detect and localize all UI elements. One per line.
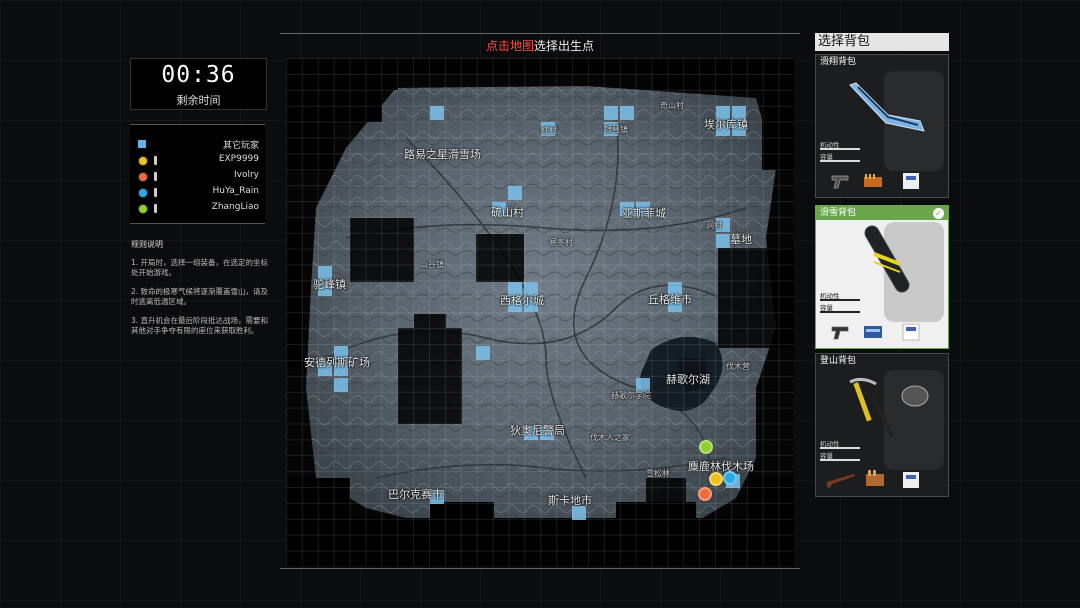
backpack-name: 滑翔背包	[820, 57, 857, 67]
location-label: 驼峰镇	[313, 278, 346, 291]
location-label: 巴尔克赛市	[388, 488, 443, 501]
timer-label: 剩余时间	[176, 94, 221, 107]
location-label: 斯卡地市	[548, 494, 592, 507]
map-title-rest: 选择出生点	[534, 39, 595, 53]
location-label: 安德列斯矿场	[304, 356, 370, 369]
player-marker-huya-rain	[723, 471, 737, 485]
countdown-timer: 00:36 剩余时间	[130, 58, 267, 110]
location-label: 麋鹿林伐木场	[688, 460, 754, 473]
helmet-icon	[901, 385, 929, 407]
player-marker-zhangliao	[699, 440, 713, 454]
player-color-dot-icon	[138, 156, 148, 166]
map-title-highlight: 点击地图	[485, 39, 534, 53]
player-name: HuYa_Rain	[212, 186, 259, 196]
player-color-dot-icon	[138, 172, 148, 182]
spawn-tiles[interactable]	[286, 58, 794, 566]
spawn-tile[interactable]	[476, 346, 490, 360]
location-label: 路易之星滑雪场	[404, 148, 481, 161]
capacity-bar	[820, 311, 860, 313]
player-row: Ivolry	[130, 169, 265, 185]
spawn-tile[interactable]	[716, 234, 730, 248]
medkit-icon	[902, 323, 920, 341]
backpack-card-glider[interactable]: 滑翔背包 机动性 容量	[815, 54, 949, 198]
capacity-bar	[820, 160, 860, 162]
location-label: 奇山村	[660, 101, 684, 110]
player-row: EXP9999	[130, 153, 265, 169]
medkit-icon	[903, 173, 919, 189]
location-label: 银彗镇	[604, 125, 628, 134]
player-name: EXP9999	[218, 154, 259, 164]
location-label: 墓地	[730, 233, 752, 246]
spawn-tile[interactable]	[334, 378, 348, 392]
location-label: 埃尔库镇	[704, 118, 748, 131]
location-label: 亚斯菲城	[622, 207, 666, 220]
player-marker-ivolry	[698, 487, 712, 501]
player-bar-icon	[154, 172, 157, 181]
ammo-box-icon	[866, 470, 884, 486]
rules-title: 规则说明	[131, 240, 163, 249]
backpack-card-climbing[interactable]: 登山背包 机动性 容量	[815, 353, 949, 497]
rule-item: 2. 致命的极寒气候将逐渐覆盖雪山，请及时逃离低温区域。	[131, 287, 269, 306]
player-list: 其它玩家 EXP9999 Ivolry HuYa_Rain ZhangLiao	[130, 124, 265, 224]
spawn-tile[interactable]	[430, 106, 444, 120]
rules-panel: 规则说明 1. 开局时，选择一组装备，在选定的坐标处开始游戏。 2. 致命的极寒…	[131, 240, 269, 345]
location-label: 赫歌尔湖	[666, 373, 710, 386]
player-color-dot-icon	[138, 188, 148, 198]
title-divider	[280, 33, 800, 34]
location-label: 洞村	[706, 221, 722, 230]
backpack-name: 滑雪背包	[816, 206, 948, 220]
player-bar-icon	[154, 156, 157, 165]
player-name: ZhangLiao	[211, 202, 259, 212]
mobility-bar	[820, 148, 860, 150]
snowboard-icon	[864, 225, 910, 293]
map-title-bar: 点击地图选择出生点	[280, 30, 800, 58]
medkit-icon	[903, 472, 919, 488]
backpack-panel-title: 选择背包	[815, 33, 949, 51]
spawn-tile[interactable]	[620, 106, 634, 120]
ice-axe-icon	[849, 377, 894, 437]
spawn-tile[interactable]	[508, 186, 522, 200]
backpack-card-ski[interactable]: 滑雪背包 ✓ 机动性 容量	[815, 205, 949, 349]
backpack-name: 登山背包	[820, 356, 857, 366]
player-marker-exp9999	[709, 472, 723, 486]
player-row: HuYa_Rain	[130, 185, 265, 201]
rule-item: 1. 开局时，选择一组装备，在选定的坐标处开始游戏。	[131, 258, 269, 277]
pistol-icon	[831, 326, 849, 340]
location-label: 寒冬村	[549, 238, 573, 247]
pistol-icon	[831, 175, 849, 189]
ammo-box-icon	[864, 326, 882, 338]
player-list-header-label: 其它玩家	[222, 141, 259, 151]
location-label: 狄奥尼警局	[510, 424, 565, 437]
rifle-icon	[827, 474, 855, 488]
timer-value: 00:36	[161, 62, 236, 88]
location-label: 赫歌尔学院	[611, 391, 651, 400]
player-list-header: 其它玩家	[130, 137, 265, 153]
location-label: 伐木人之家	[590, 433, 630, 442]
player-row: ZhangLiao	[130, 201, 265, 217]
mobility-bar	[820, 299, 860, 301]
player-bar-icon	[154, 188, 157, 197]
map-title: 点击地图选择出生点	[280, 37, 800, 54]
other-player-square-icon	[138, 140, 146, 148]
mobility-bar	[820, 447, 860, 449]
ammo-box-icon	[864, 174, 882, 187]
spawn-tile[interactable]	[604, 106, 618, 120]
location-label: 雪松林	[646, 469, 670, 478]
capacity-bar	[820, 459, 860, 461]
location-label: 红村	[541, 126, 557, 135]
player-bar-icon	[154, 204, 157, 213]
location-label: 丘格维市	[648, 293, 692, 306]
spawn-tile[interactable]	[572, 506, 586, 520]
player-name: Ivolry	[233, 170, 259, 180]
selected-check-icon: ✓	[933, 208, 944, 219]
location-label: 伐木营	[726, 362, 750, 371]
location-label: 山谷镇	[420, 260, 444, 269]
glider-wing-icon	[849, 82, 925, 132]
map-bottom-divider	[280, 568, 800, 569]
rule-item: 3. 直升机会在最后阶段抵达战场，需要和其他对手争夺有限的座位来获取胜利。	[131, 316, 269, 335]
location-label: 西格尔城	[500, 294, 544, 307]
player-color-dot-icon	[138, 204, 148, 214]
location-label: 硫山村	[491, 206, 524, 219]
spawn-map[interactable]: 路易之星滑雪场 红村 银彗镇 奇山村 埃尔库镇 亚斯菲城 硫山村 墓地 洞村 寒…	[286, 58, 794, 566]
